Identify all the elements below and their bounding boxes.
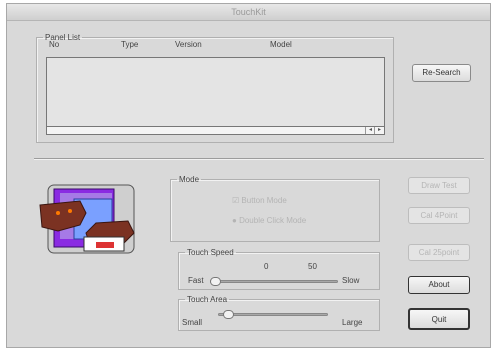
mode-group: Mode — [170, 175, 380, 242]
touchkit-logo-icon — [36, 179, 146, 264]
column-type[interactable]: Type — [121, 40, 138, 49]
column-model[interactable]: Model — [270, 40, 292, 49]
window-title: TouchKit — [7, 4, 490, 21]
column-version[interactable]: Version — [175, 40, 202, 49]
panel-listbox[interactable] — [46, 57, 385, 131]
double-click-mode-label: Double Click Mode — [239, 216, 307, 225]
draw-test-button[interactable]: Draw Test — [408, 177, 470, 194]
touch-area-min-label: Small — [182, 318, 203, 327]
touch-area-legend: Touch Area — [187, 295, 228, 304]
double-click-mode-radio[interactable]: ● Double Click Mode — [232, 216, 306, 225]
research-button[interactable]: Re-Search — [412, 64, 471, 82]
touch-speed-slider[interactable] — [210, 280, 338, 283]
touch-area-slider[interactable] — [218, 313, 328, 316]
button-mode-label: Button Mode — [241, 196, 287, 205]
scroll-right-icon[interactable]: ▸ — [374, 127, 384, 134]
cal-4point-button[interactable]: Cal 4Point — [408, 207, 470, 224]
about-button[interactable]: About — [408, 276, 470, 294]
column-no[interactable]: No — [49, 40, 59, 49]
quit-button[interactable]: Quit — [408, 308, 470, 330]
touch-speed-tick-50: 50 — [308, 262, 317, 271]
touch-area-max-label: Large — [342, 318, 363, 327]
touch-speed-tick-0: 0 — [264, 262, 269, 271]
cal-25point-button[interactable]: Cal 25point — [408, 244, 470, 261]
button-mode-checkbox[interactable]: ☑ Button Mode — [232, 196, 287, 205]
touch-speed-legend: Touch Speed — [187, 248, 234, 257]
mode-legend: Mode — [179, 175, 200, 184]
touch-area-slider-thumb[interactable] — [222, 310, 234, 319]
touch-speed-min-label: Fast — [188, 276, 204, 285]
horizontal-scrollbar[interactable]: ◂ ▸ — [46, 126, 385, 135]
touch-speed-max-label: Slow — [342, 276, 360, 285]
separator — [34, 158, 484, 160]
touch-speed-slider-thumb[interactable] — [210, 277, 221, 286]
